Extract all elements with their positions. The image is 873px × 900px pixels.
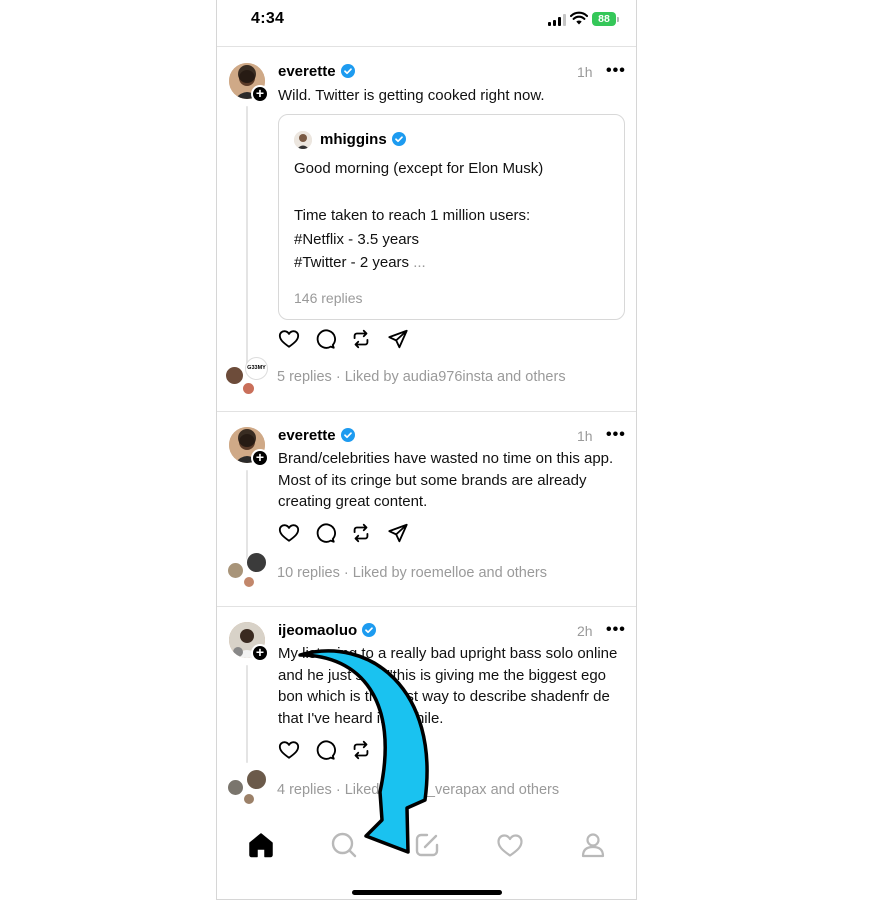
- more-options-icon[interactable]: •••: [606, 62, 626, 80]
- verified-badge-icon: [391, 132, 406, 146]
- quoted-text: Good morning (except for Elon Musk) Time…: [294, 160, 544, 271]
- verified-badge-icon: [340, 64, 355, 78]
- tab-bar: [217, 820, 636, 876]
- post-username[interactable]: everette: [278, 427, 355, 444]
- share-icon[interactable]: [387, 739, 409, 761]
- status-bar: 4:34 88: [217, 0, 636, 47]
- search-icon[interactable]: [329, 830, 359, 860]
- post-meta[interactable]: 4 replies · Liked by b m_verapax and oth…: [277, 782, 559, 798]
- post-actions: [278, 328, 418, 350]
- wifi-icon: [570, 11, 588, 25]
- thread-line: [246, 106, 248, 364]
- compose-icon[interactable]: [412, 830, 442, 860]
- thread-line: [246, 665, 248, 763]
- share-icon[interactable]: [387, 328, 409, 350]
- post-text: My listening to a really bad upright bas…: [278, 645, 618, 727]
- heart-icon[interactable]: [278, 328, 300, 350]
- post-actions: [278, 739, 418, 761]
- post-card[interactable]: + ijeomaoluo 2h ••• My listening to a re…: [217, 607, 636, 819]
- repost-icon[interactable]: [350, 739, 372, 761]
- post-time: 1h: [577, 428, 593, 444]
- repost-icon[interactable]: [350, 522, 372, 544]
- follow-plus-icon[interactable]: +: [251, 644, 269, 662]
- post-text: Wild. Twitter is getting cooked right no…: [278, 87, 545, 104]
- share-icon[interactable]: [387, 522, 409, 544]
- post-meta[interactable]: 5 replies · Liked by audia976insta and o…: [277, 369, 566, 385]
- quoted-replies[interactable]: 146 replies: [294, 290, 363, 306]
- verified-badge-icon: [340, 428, 355, 442]
- repost-icon[interactable]: [350, 328, 372, 350]
- heart-icon[interactable]: [495, 830, 525, 860]
- post-meta[interactable]: 10 replies · Liked by roemelloe and othe…: [277, 565, 547, 581]
- thread-line: [246, 470, 248, 560]
- post-card[interactable]: + everette 1h ••• Wild. Twitter is getti…: [217, 48, 636, 411]
- comment-icon[interactable]: [314, 328, 336, 350]
- heart-icon[interactable]: [278, 522, 300, 544]
- post-card[interactable]: + everette 1h ••• Brand/celebrities have…: [217, 412, 636, 606]
- heart-icon[interactable]: [278, 739, 300, 761]
- profile-icon[interactable]: [578, 830, 608, 860]
- quoted-post[interactable]: mhiggins Good morning (except for Elon M…: [278, 114, 625, 320]
- battery-level: 88: [592, 12, 616, 26]
- more-options-icon[interactable]: •••: [606, 426, 626, 444]
- avatar: [294, 131, 312, 149]
- battery-icon: 88: [592, 12, 619, 26]
- quoted-username[interactable]: mhiggins: [320, 131, 406, 148]
- post-actions: [278, 522, 418, 544]
- post-time: 2h: [577, 623, 593, 639]
- status-time: 4:34: [251, 10, 285, 27]
- post-text: Brand/celebrities have wasted no time on…: [278, 450, 614, 510]
- more-options-icon[interactable]: •••: [606, 621, 626, 639]
- reply-avatars: G33MY: [225, 357, 271, 395]
- phone-screen: 4:34 88 + everette 1h ••• Wild. Twitter …: [216, 0, 637, 900]
- reply-avatars: [225, 552, 271, 590]
- post-time: 1h: [577, 64, 593, 80]
- cellular-signal-icon: [548, 14, 567, 26]
- comment-icon[interactable]: [314, 739, 336, 761]
- home-indicator[interactable]: [352, 890, 502, 895]
- reply-avatars: [225, 769, 271, 807]
- home-icon[interactable]: [246, 830, 276, 860]
- truncation-ellipsis: ...: [413, 254, 426, 271]
- comment-icon[interactable]: [314, 522, 336, 544]
- follow-plus-icon[interactable]: +: [251, 85, 269, 103]
- post-username[interactable]: ijeomaoluo: [278, 622, 377, 639]
- post-username[interactable]: everette: [278, 63, 355, 80]
- verified-badge-icon: [362, 623, 377, 637]
- follow-plus-icon[interactable]: +: [251, 449, 269, 467]
